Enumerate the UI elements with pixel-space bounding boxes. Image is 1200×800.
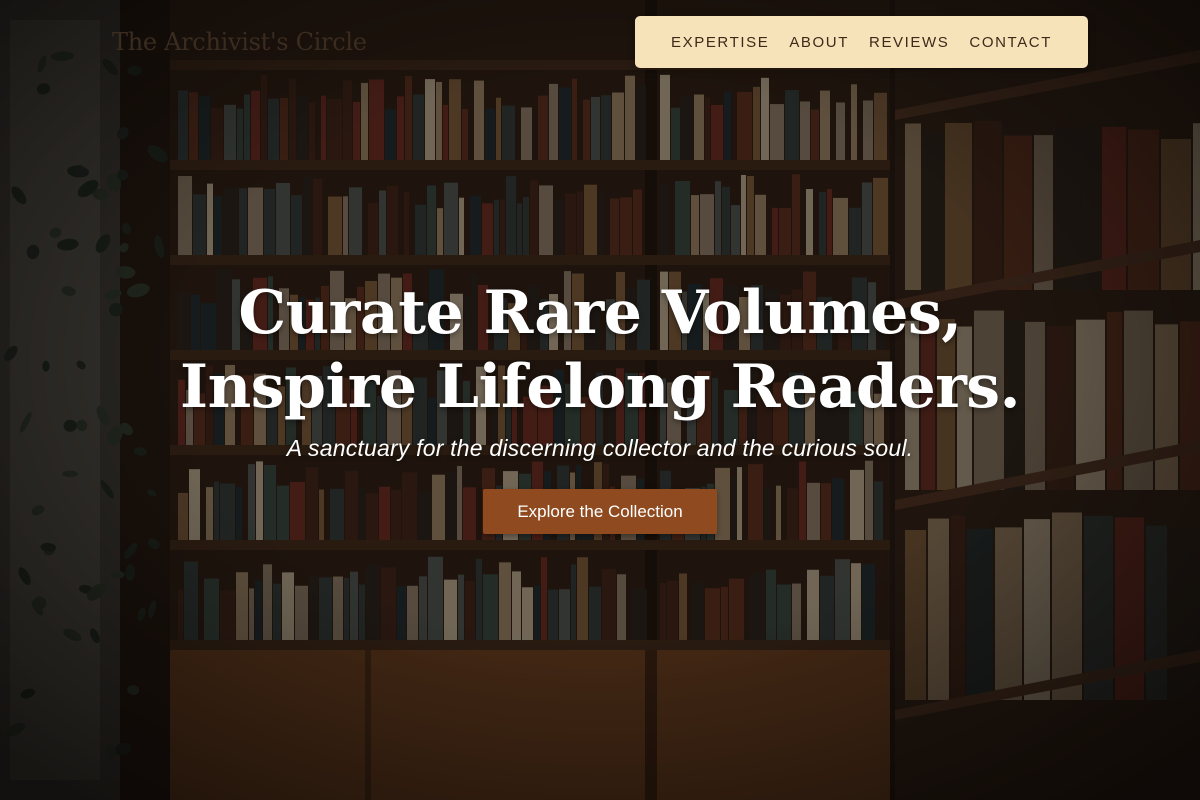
hero-section: The Archivist's Circle EXPERTISE ABOUT R… xyxy=(0,0,1200,800)
main-navigation: EXPERTISE ABOUT REVIEWS CONTACT xyxy=(635,16,1088,68)
explore-collection-button[interactable]: Explore the Collection xyxy=(483,489,717,534)
nav-link-about[interactable]: ABOUT xyxy=(789,34,849,51)
nav-link-expertise[interactable]: EXPERTISE xyxy=(671,34,769,51)
nav-link-contact[interactable]: CONTACT xyxy=(969,34,1052,51)
hero-headline: Curate Rare Volumes, Inspire Lifelong Re… xyxy=(0,276,1200,424)
nav-link-reviews[interactable]: REVIEWS xyxy=(869,34,949,51)
hero-tagline: A sanctuary for the discerning collector… xyxy=(286,435,914,461)
hero-headline-line1: Curate Rare Volumes, xyxy=(238,278,962,348)
hero-headline-line2: Inspire Lifelong Readers. xyxy=(180,352,1020,422)
site-logo[interactable]: The Archivist's Circle xyxy=(112,28,367,56)
